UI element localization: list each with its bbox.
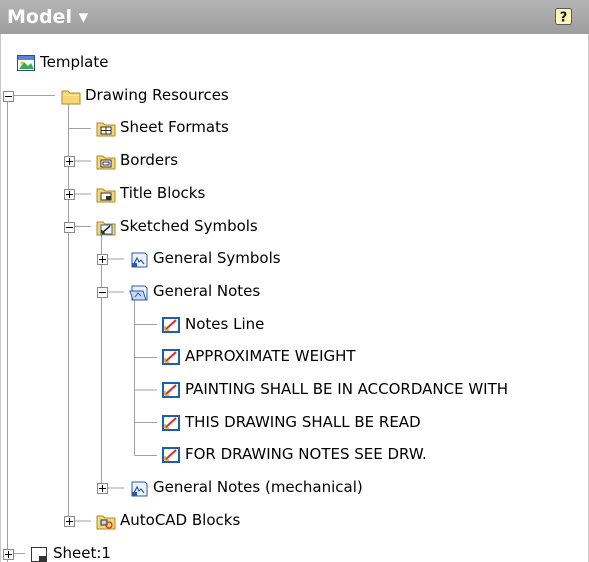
tree-node-label: FOR DRAWING NOTES SEE DRW. [185,445,427,464]
tree-node-label: Sheet:1 [53,543,111,562]
tree-node-label: Title Blocks [120,183,206,202]
expand-icon[interactable] [97,483,108,495]
expand-icon[interactable] [3,548,14,560]
tree-node-label: PAINTING SHALL BE IN ACCORDANCE WITH [185,380,509,398]
sketched-symbol-icon [162,447,180,464]
tree-node-label: General Symbols [153,249,281,268]
title-blocks-icon [96,188,116,203]
tree-node-label: AutoCAD Blocks [120,510,241,529]
collapse-icon[interactable] [97,286,108,298]
help-icon[interactable]: ? [555,8,572,25]
expand-icon[interactable] [64,515,75,527]
model-panel-header: Model ▾ ? [0,0,589,34]
model-dropdown[interactable]: Model ▾ [7,5,88,29]
expand-icon[interactable] [64,188,75,200]
sketched-symbol-icon [162,316,180,333]
borders-icon [96,155,116,170]
tree-node-label: General Notes (mechanical) [153,478,363,497]
sketched-symbol-icon [162,382,180,398]
symbol-library-icon [131,481,148,497]
tree-node-label: Template [40,53,109,71]
expand-icon[interactable] [64,156,75,168]
tree-node-label: Sketched Symbols [120,216,258,235]
expand-icon[interactable] [97,254,108,266]
sheet-icon [31,546,47,562]
tree-node-label: THIS DRAWING SHALL BE READ [185,412,421,431]
tree-node-label: Sheet Formats [120,118,229,137]
sketched-symbols-icon [96,221,116,235]
autocad-blocks-icon [96,515,116,530]
folder-icon [61,90,81,105]
sheet-formats-icon [96,122,116,137]
symbol-library-open-icon [129,285,148,301]
symbol-library-icon [131,252,148,268]
collapse-icon[interactable] [64,221,75,233]
tree-node-label: APPROXIMATE WEIGHT [185,347,356,366]
sketched-symbol-icon [162,349,180,366]
template-icon [17,55,35,71]
tree-node-label: Borders [120,151,179,170]
tree-node-label: Drawing Resources [85,85,229,104]
sketched-symbol-icon [162,414,180,431]
model-browser-tree[interactable]: Template Drawing Resources Sheet Formats Bo… [0,34,589,562]
collapse-icon[interactable] [3,90,14,102]
tree-node-label: Notes Line [185,314,265,333]
svg-text:?: ? [560,11,568,26]
tree-node-label: General Notes [153,281,261,300]
